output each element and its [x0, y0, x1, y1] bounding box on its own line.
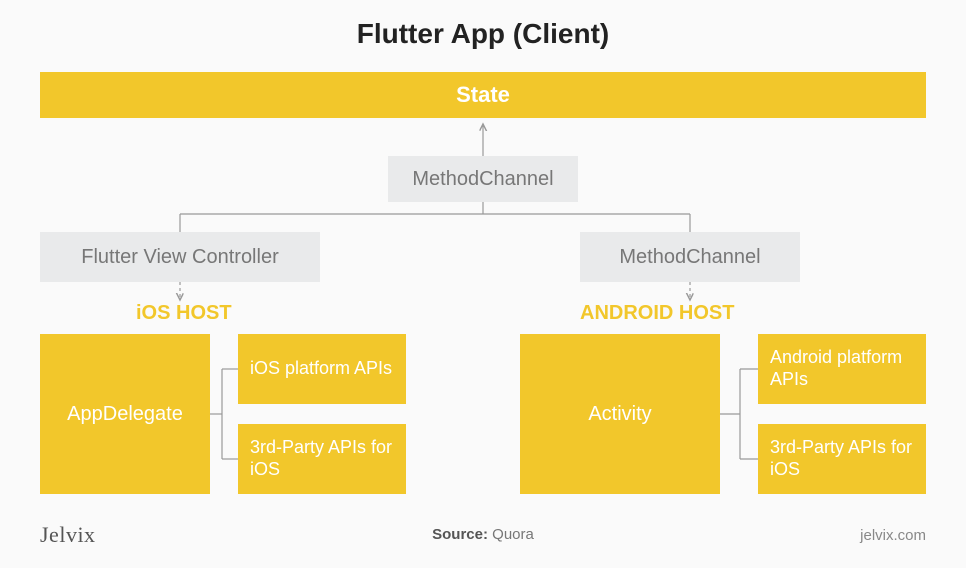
diagram-title: Flutter App (Client)	[0, 18, 966, 50]
ios-platform-apis-box: iOS platform APIs	[238, 334, 406, 404]
source-name: Quora	[492, 526, 534, 543]
source-credit: Source: Quora	[0, 526, 966, 543]
ios-3rd-party-apis-box: 3rd-Party APIs for iOS	[238, 424, 406, 494]
jelvix-url: jelvix.com	[860, 527, 926, 544]
jelvix-logo: Jelvix	[40, 522, 96, 548]
method-channel-right-box: MethodChannel	[580, 232, 800, 282]
android-3rd-party-apis-box: 3rd-Party APIs for iOS	[758, 424, 926, 494]
source-label: Source:	[432, 526, 488, 543]
android-platform-apis-box: Android platform APIs	[758, 334, 926, 404]
flutter-view-controller-box: Flutter View Controller	[40, 232, 320, 282]
state-box: State	[40, 72, 926, 118]
activity-box: Activity	[520, 334, 720, 494]
appdelegate-box: AppDelegate	[40, 334, 210, 494]
method-channel-top-box: MethodChannel	[388, 156, 578, 202]
ios-host-label: iOS HOST	[136, 302, 232, 325]
android-host-label: ANDROID HOST	[580, 302, 734, 325]
